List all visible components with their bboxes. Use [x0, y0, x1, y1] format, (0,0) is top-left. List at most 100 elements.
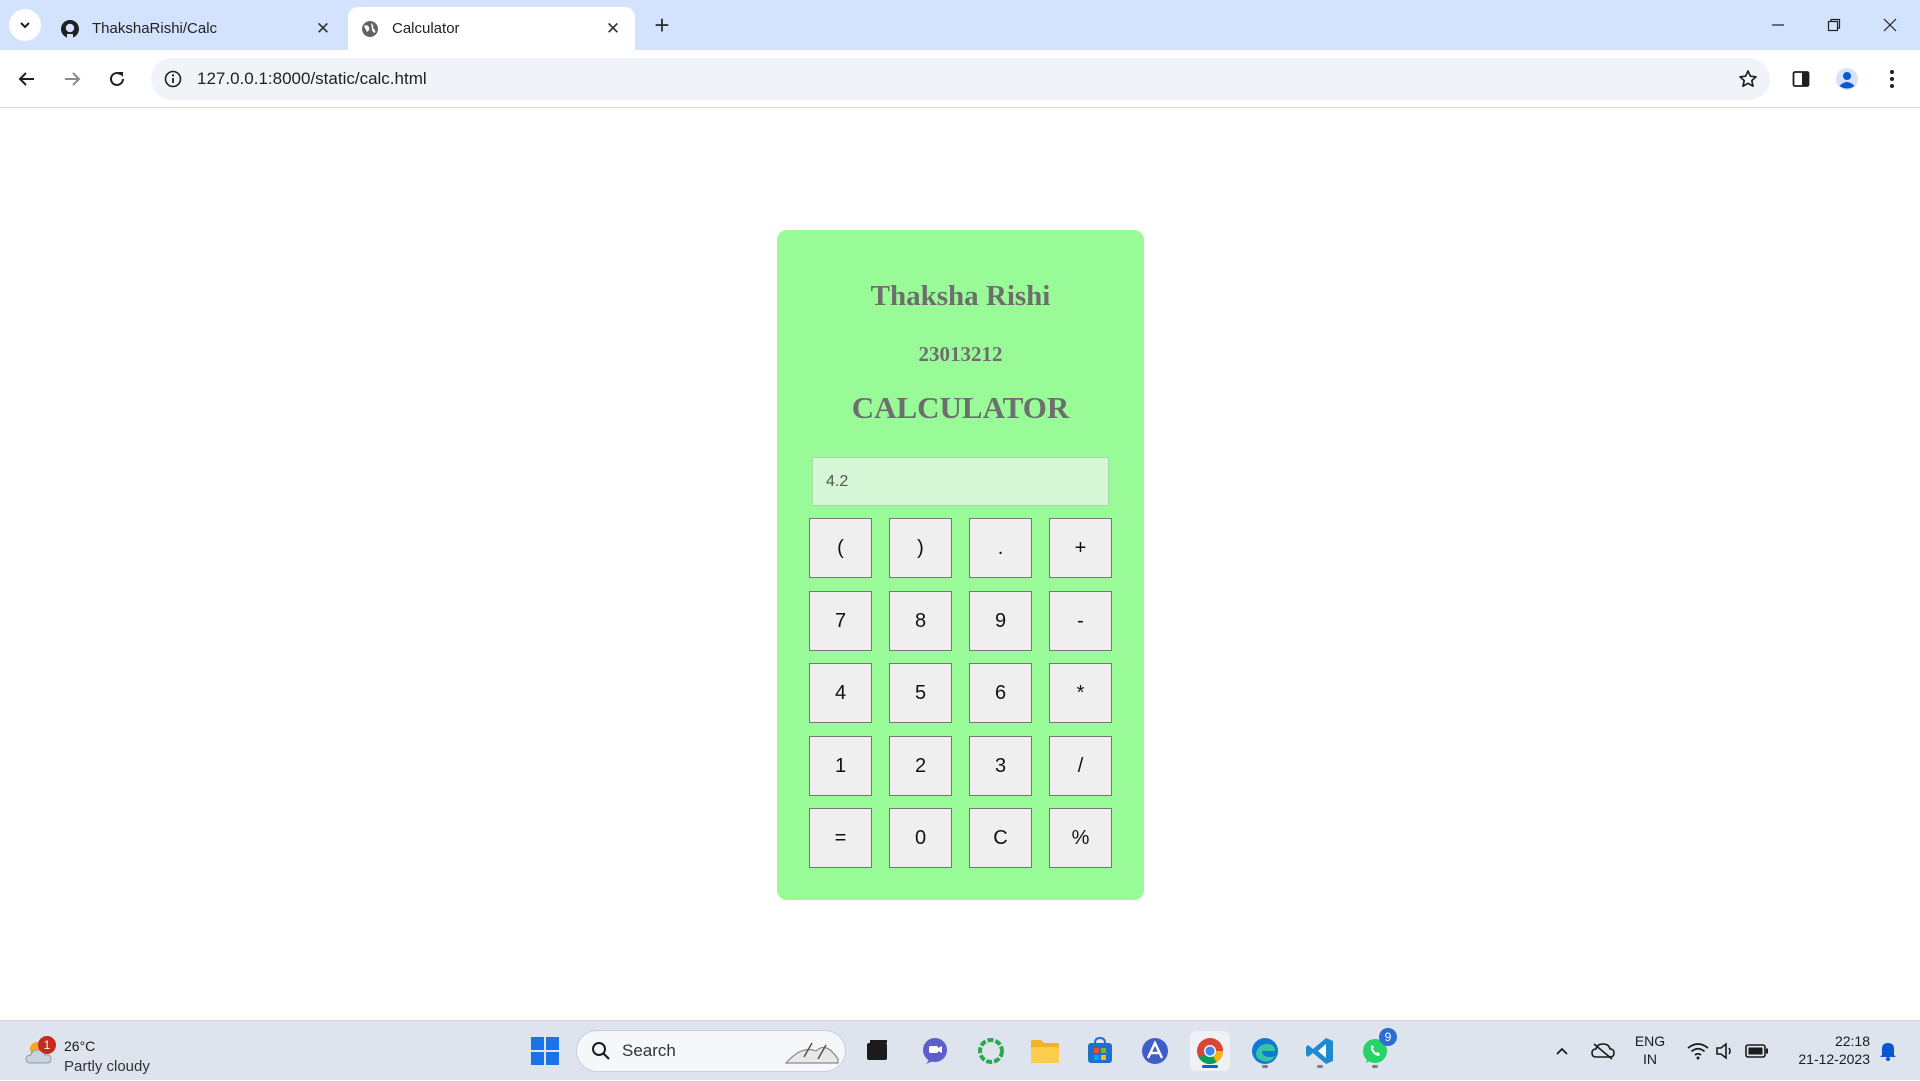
- browser-toolbar: 127.0.0.1:8000/static/calc.html: [0, 50, 1920, 108]
- key-close-paren[interactable]: ): [889, 518, 952, 578]
- start-button[interactable]: [525, 1031, 565, 1071]
- menu-button[interactable]: [1874, 61, 1910, 97]
- site-info-icon[interactable]: [161, 67, 185, 91]
- app-button[interactable]: [1135, 1031, 1175, 1071]
- restore-icon: [1827, 18, 1841, 32]
- key-7[interactable]: 7: [809, 591, 872, 651]
- tab-title: Calculator: [392, 20, 460, 37]
- app-icon: [1142, 1038, 1168, 1064]
- battery-button[interactable]: [1743, 1021, 1771, 1081]
- key-0[interactable]: 0: [889, 808, 952, 868]
- region-code: IN: [1643, 1051, 1657, 1067]
- search-icon: [592, 1042, 610, 1060]
- search-label: Search: [622, 1041, 676, 1060]
- task-view-button[interactable]: [857, 1031, 897, 1071]
- key-divide[interactable]: /: [1049, 736, 1112, 796]
- notification-badge: 1: [38, 1036, 56, 1054]
- key-plus[interactable]: +: [1049, 518, 1112, 578]
- address-bar[interactable]: 127.0.0.1:8000/static/calc.html: [151, 58, 1770, 100]
- minimize-button[interactable]: [1750, 0, 1806, 50]
- file-explorer-button[interactable]: [1025, 1031, 1065, 1071]
- clock-date: 21-12-2023: [1798, 1051, 1870, 1067]
- key-percent[interactable]: %: [1049, 808, 1112, 868]
- minimize-icon: [1772, 24, 1784, 26]
- key-multiply[interactable]: *: [1049, 663, 1112, 723]
- key-decimal[interactable]: .: [969, 518, 1032, 578]
- register-number: 23013212: [918, 342, 1003, 366]
- key-5[interactable]: 5: [889, 663, 952, 723]
- chevron-down-icon: [20, 22, 30, 29]
- calculator-heading: CALCULATOR: [851, 390, 1070, 425]
- edge-button[interactable]: [1245, 1031, 1285, 1071]
- side-panel-icon: [1792, 71, 1810, 87]
- back-button[interactable]: [9, 61, 45, 97]
- speaker-icon: [1716, 1042, 1731, 1060]
- author-name: Thaksha Rishi: [870, 280, 1051, 312]
- url-text[interactable]: 127.0.0.1:8000/static/calc.html: [197, 58, 427, 100]
- close-tab-icon[interactable]: ✕: [601, 17, 625, 41]
- wifi-icon: [1687, 1043, 1709, 1060]
- notifications-button[interactable]: [1874, 1021, 1902, 1081]
- volume-button[interactable]: [1713, 1021, 1739, 1081]
- key-1[interactable]: 1: [809, 736, 872, 796]
- globe-icon: [360, 19, 380, 39]
- show-hidden-icons-button[interactable]: [1550, 1021, 1574, 1081]
- task-view-icon: [867, 1040, 887, 1060]
- key-clear[interactable]: C: [969, 808, 1032, 868]
- folder-icon: [1031, 1040, 1059, 1063]
- input-language-indicator[interactable]: ENG IN: [1630, 1032, 1670, 1068]
- weather-temperature: 26°C: [64, 1038, 96, 1054]
- key-minus[interactable]: -: [1049, 591, 1112, 651]
- tab-search-button[interactable]: [9, 9, 41, 41]
- weather-condition: Partly cloudy: [64, 1058, 150, 1075]
- key-2[interactable]: 2: [889, 736, 952, 796]
- forward-button[interactable]: [54, 61, 90, 97]
- key-6[interactable]: 6: [969, 663, 1032, 723]
- active-indicator: [1202, 1065, 1218, 1068]
- teams-chat-button[interactable]: [915, 1031, 955, 1071]
- key-9[interactable]: 9: [969, 591, 1032, 651]
- side-panel-button[interactable]: [1783, 61, 1819, 97]
- store-button[interactable]: [1080, 1031, 1120, 1071]
- tab-title: ThakshaRishi/Calc: [92, 20, 218, 37]
- key-equals[interactable]: =: [809, 808, 872, 868]
- vscode-icon: [1306, 1038, 1333, 1064]
- restore-button[interactable]: [1806, 0, 1862, 50]
- close-window-button[interactable]: [1862, 0, 1918, 50]
- running-indicator: [1372, 1065, 1378, 1068]
- arrow-left-icon: [18, 72, 34, 86]
- copilot-button[interactable]: [971, 1031, 1011, 1071]
- bookmark-star-icon[interactable]: [1736, 67, 1760, 91]
- teams-chat-icon: [923, 1038, 947, 1064]
- vscode-button[interactable]: [1300, 1031, 1340, 1071]
- tab-calculator[interactable]: Calculator ✕: [348, 7, 635, 50]
- clock[interactable]: 22:18 21-12-2023: [1780, 1032, 1870, 1068]
- weather-widget[interactable]: 1 26°C Partly cloudy: [20, 1029, 180, 1075]
- reload-icon: [110, 71, 124, 86]
- chrome-icon: [1197, 1038, 1224, 1065]
- windows-logo-icon: [531, 1037, 559, 1065]
- bell-icon: [1880, 1043, 1896, 1061]
- tab-github[interactable]: ThakshaRishi/Calc ✕: [48, 7, 345, 50]
- key-open-paren[interactable]: (: [809, 518, 872, 578]
- whatsapp-button[interactable]: 9: [1355, 1028, 1397, 1071]
- battery-icon: [1745, 1044, 1768, 1058]
- avatar-icon: [1836, 68, 1858, 90]
- close-tab-icon[interactable]: ✕: [311, 17, 335, 41]
- chevron-up-icon: [1556, 1047, 1568, 1055]
- reload-button[interactable]: [99, 61, 135, 97]
- whatsapp-badge: 9: [1379, 1028, 1397, 1046]
- network-button[interactable]: [1685, 1021, 1711, 1081]
- key-3[interactable]: 3: [969, 736, 1032, 796]
- new-tab-button[interactable]: +: [648, 10, 676, 40]
- tab-strip: ThakshaRishi/Calc ✕ Calculator ✕ +: [0, 0, 1920, 50]
- display-field[interactable]: 4.2: [812, 457, 1109, 506]
- profile-button[interactable]: [1829, 61, 1865, 97]
- onedrive-button[interactable]: [1588, 1021, 1618, 1081]
- arrow-right-icon: [65, 72, 81, 86]
- running-indicator: [1317, 1065, 1323, 1068]
- taskbar-search[interactable]: Search: [576, 1030, 846, 1072]
- chrome-button[interactable]: [1190, 1031, 1230, 1071]
- key-4[interactable]: 4: [809, 663, 872, 723]
- key-8[interactable]: 8: [889, 591, 952, 651]
